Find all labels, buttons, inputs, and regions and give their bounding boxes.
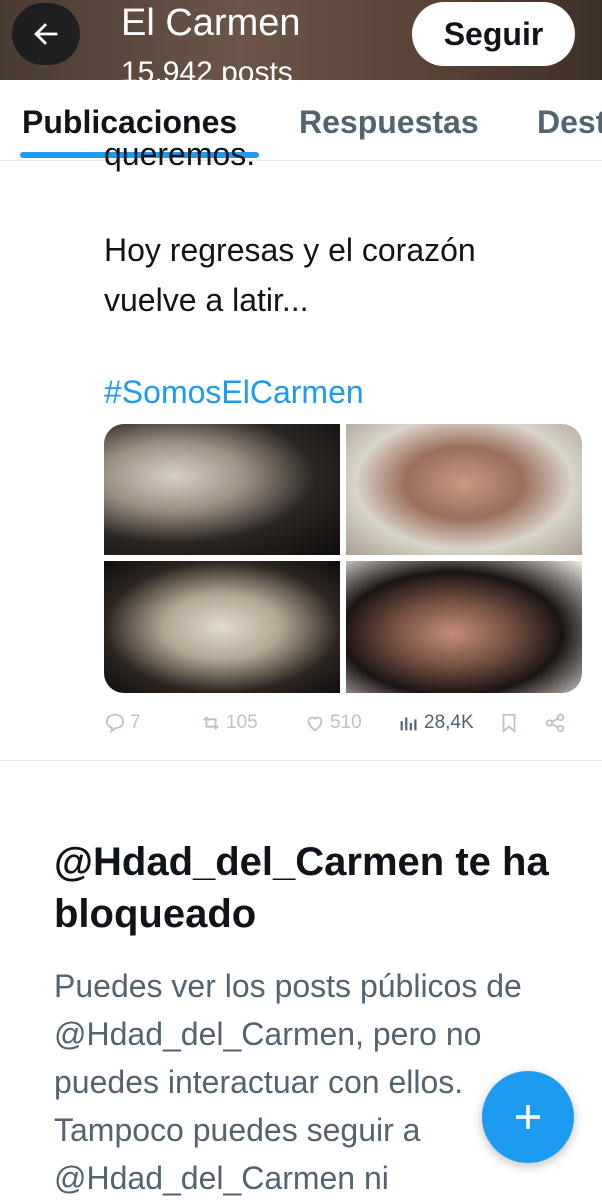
compose-button[interactable] [482,1071,574,1163]
blocked-description: Puedes ver los posts públicos de @Hdad_d… [54,968,522,1196]
profile-name: El Carmen [121,2,301,44]
repost-icon [203,716,219,730]
repost-count: 105 [226,712,258,733]
post-actions: 7 105 510 28,4K [104,706,582,746]
views-count: 28,4K [424,712,474,733]
reply-button[interactable]: 7 [104,712,141,734]
like-icon [307,716,323,732]
post-image[interactable] [104,424,340,555]
reply-count: 7 [130,712,141,733]
share-icon [545,713,565,733]
profile-header: El Carmen 15.942 posts Seguir [0,0,602,80]
plus-icon [516,1105,540,1129]
reply-icon [105,713,125,734]
like-button[interactable]: 510 [304,712,362,734]
bookmark-icon [502,713,516,734]
divider [0,760,602,761]
share-button[interactable] [544,712,570,734]
post-image[interactable] [346,561,582,693]
back-button[interactable] [12,3,80,65]
post-count: 15.942 posts [121,56,293,80]
post-text-partial: queremos. [104,136,256,172]
post-image[interactable] [346,424,582,555]
post-image[interactable] [104,561,340,693]
tab-destacados[interactable]: Destacados [537,104,602,141]
views-button[interactable]: 28,4K [398,712,474,734]
hashtag-link[interactable]: #SomosElCarmen [104,374,364,411]
follow-button[interactable]: Seguir [412,2,575,66]
post-text-line: Hoy regresas y el corazón [104,232,476,268]
post-image-grid [104,424,582,693]
like-count: 510 [330,712,362,733]
blocked-title: @Hdad_del_Carmen te ha bloqueado [54,840,549,936]
bookmark-button[interactable] [498,712,524,734]
tab-respuestas[interactable]: Respuestas [299,104,479,141]
profile-tabs: Publicaciones Respuestas Destacados [0,80,602,161]
views-icon [400,717,417,731]
post-text-line: vuelve a latir... [104,282,309,318]
repost-button[interactable]: 105 [200,712,258,734]
back-arrow-icon [34,23,58,45]
